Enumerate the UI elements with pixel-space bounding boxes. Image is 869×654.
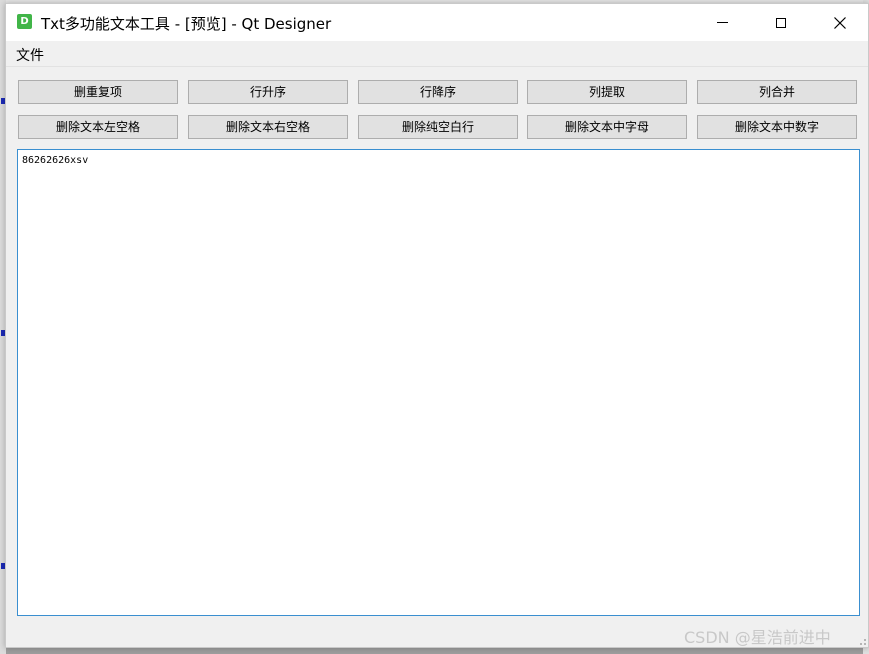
remove-blank-lines-button[interactable]: 删除纯空白行 [358, 115, 518, 139]
remove-digits-button[interactable]: 删除文本中数字 [697, 115, 857, 139]
title-bar[interactable]: D Txt多功能文本工具 - [预览] - Qt Designer [6, 4, 868, 41]
preview-window: D Txt多功能文本工具 - [预览] - Qt Designer 文件 删重复… [5, 3, 869, 648]
sort-lines-descending-button[interactable]: 行降序 [358, 80, 518, 104]
remove-duplicates-button[interactable]: 删重复项 [18, 80, 178, 104]
menu-divider [6, 66, 868, 67]
maximize-icon [776, 17, 786, 28]
minimize-icon [716, 22, 728, 23]
remove-letters-button[interactable]: 删除文本中字母 [527, 115, 687, 139]
sort-lines-ascending-button[interactable]: 行升序 [188, 80, 348, 104]
text-editor[interactable]: 86262626xsv [17, 149, 860, 616]
resize-grip-icon[interactable] [856, 635, 866, 645]
strip-left-spaces-button[interactable]: 删除文本左空格 [18, 115, 178, 139]
strip-right-spaces-button[interactable]: 删除文本右空格 [188, 115, 348, 139]
minimize-button[interactable] [693, 4, 751, 41]
maximize-button[interactable] [752, 4, 810, 41]
csdn-watermark: CSDN @星浩前进中 [684, 628, 831, 647]
menu-bar: 文件 [6, 41, 868, 67]
extract-column-button[interactable]: 列提取 [527, 80, 687, 104]
close-icon [834, 16, 846, 29]
close-button[interactable] [811, 4, 869, 41]
merge-columns-button[interactable]: 列合并 [697, 80, 857, 104]
menu-file[interactable]: 文件 [10, 43, 50, 67]
window-title: Txt多功能文本工具 - [预览] - Qt Designer [41, 15, 332, 33]
qt-designer-app-icon: D [17, 14, 32, 29]
